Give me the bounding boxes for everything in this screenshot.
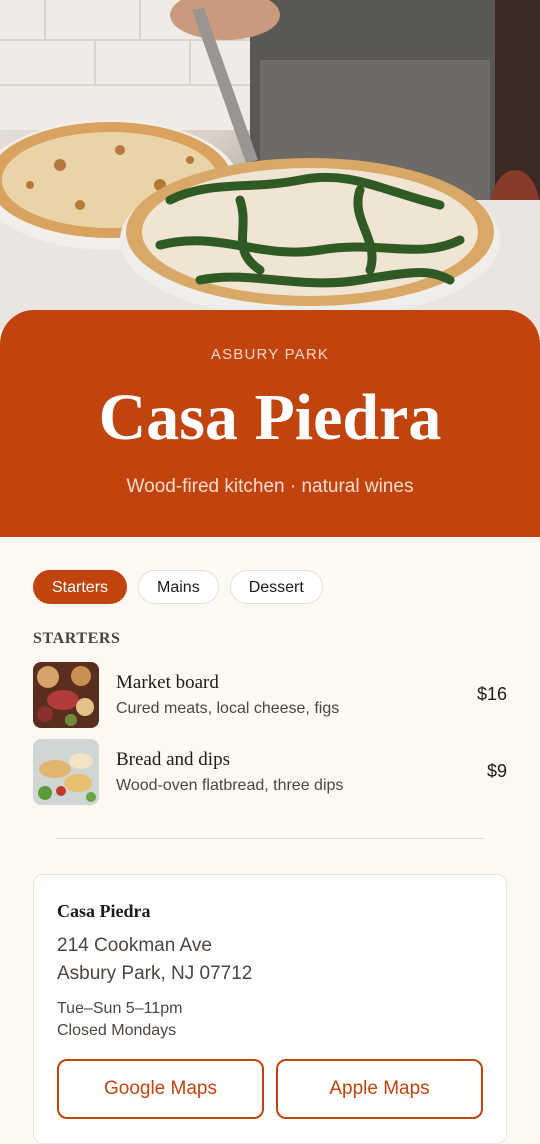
apple-maps-button[interactable]: Apple Maps <box>276 1059 483 1119</box>
location-card: Casa Piedra 214 Cookman Ave Asbury Park,… <box>33 874 507 1144</box>
tab-starters[interactable]: Starters <box>33 570 128 604</box>
google-maps-button[interactable]: Google Maps <box>57 1059 264 1119</box>
pizza-illustration <box>0 0 540 330</box>
section-divider <box>56 838 484 839</box>
tab-dessert[interactable]: Dessert <box>229 570 323 604</box>
item-description: Cured meats, local cheese, figs <box>116 700 340 717</box>
location-eyebrow: ASBURY PARK <box>210 346 330 363</box>
section-heading: STARTERS <box>33 630 121 647</box>
item-price: $16 <box>476 684 507 704</box>
restaurant-header: ASBURY PARK Casa Piedra Wood-fired kitch… <box>0 310 540 537</box>
menu-tabs: Starters Mains Dessert <box>33 570 323 604</box>
item-description: Wood-oven flatbread, three dips <box>116 777 344 794</box>
restaurant-title: Casa Piedra <box>98 381 442 454</box>
menu-item-bread-and-dips[interactable]: Bread and dips Wood-oven flatbread, thre… <box>33 739 507 805</box>
charcuterie-thumbnail <box>33 662 99 728</box>
item-price: $9 <box>486 761 507 781</box>
item-name: Bread and dips <box>116 749 230 770</box>
restaurant-subtitle: Wood-fired kitchen · natural wines <box>126 476 414 497</box>
address-line-2: Asbury Park, NJ 07712 <box>57 963 253 984</box>
hours-line-1: Tue–Sun 5–11pm <box>57 1000 183 1017</box>
hours-line-2: Closed Mondays <box>57 1022 177 1039</box>
menu-item-market-board[interactable]: Market board Cured meats, local cheese, … <box>33 662 507 728</box>
item-name: Market board <box>116 672 219 693</box>
hero-photo <box>0 0 540 330</box>
address-line-1: 214 Cookman Ave <box>57 935 212 956</box>
bread-dips-thumbnail <box>33 739 99 805</box>
tab-mains[interactable]: Mains <box>138 570 219 604</box>
location-name: Casa Piedra <box>57 901 151 921</box>
